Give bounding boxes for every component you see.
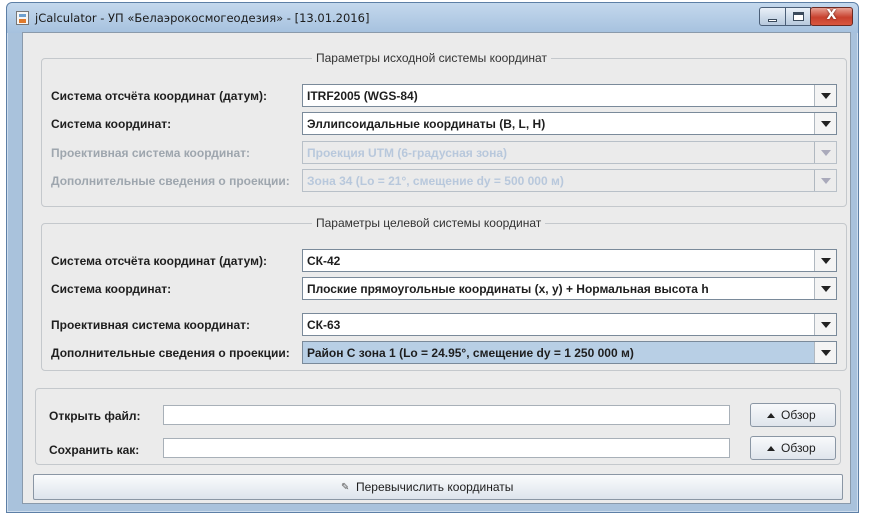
open-file-input[interactable]	[163, 405, 730, 425]
dropdown-arrow-icon[interactable]	[814, 342, 836, 363]
window-title: jCalculator - УП «Белаэрокосмогеодезия» …	[35, 11, 370, 25]
dropdown-arrow-icon	[814, 142, 836, 163]
save-browse-button[interactable]: Обзор	[750, 436, 836, 460]
pencil-icon: ✎	[341, 482, 350, 493]
target-params-legend: Параметры целевой системы координат	[316, 216, 542, 230]
close-button[interactable]: X	[810, 7, 853, 26]
source-projection-info-value: Зона 34 (Lo = 21°, смещение dy = 500 000…	[307, 174, 564, 188]
save-browse-label: Обзор	[781, 441, 816, 455]
dropdown-arrow-icon[interactable]	[814, 250, 836, 271]
source-system-combo[interactable]: Эллипсоидальные координаты (B, L, H)	[302, 112, 837, 135]
title-bar[interactable]: jCalculator - УП «Белаэрокосмогеодезия» …	[7, 3, 858, 33]
target-projection-combo[interactable]: СК-63	[302, 313, 837, 336]
source-projection-combo: Проекция UTM (6-градусная зона)	[302, 141, 837, 164]
source-projection-label: Проективная система координат:	[51, 146, 251, 160]
source-datum-label: Система отсчёта координат (датум):	[51, 89, 267, 103]
dropdown-arrow-icon	[814, 170, 836, 191]
open-browse-button[interactable]: Обзор	[750, 403, 836, 427]
source-datum-value: ITRF2005 (WGS-84)	[307, 89, 418, 103]
target-projection-value: СК-63	[307, 318, 341, 332]
save-as-label: Сохранить как:	[49, 443, 140, 457]
recalculate-label: Перевычислить координаты	[356, 480, 514, 494]
maximize-button[interactable]	[785, 7, 811, 26]
minimize-button[interactable]	[759, 7, 786, 26]
close-icon: X	[826, 8, 837, 23]
save-as-input[interactable]	[163, 438, 730, 458]
arrow-up-icon	[767, 446, 775, 451]
dropdown-arrow-icon[interactable]	[814, 85, 836, 106]
source-projection-value: Проекция UTM (6-градусная зона)	[307, 146, 508, 160]
source-params-legend: Параметры исходной системы координат	[316, 51, 547, 65]
arrow-up-icon	[767, 413, 775, 418]
target-system-value: Плоские прямоугольные координаты (x, y) …	[307, 282, 709, 296]
target-datum-value: СК-42	[307, 254, 341, 268]
source-datum-combo[interactable]: ITRF2005 (WGS-84)	[302, 84, 837, 107]
dropdown-arrow-icon[interactable]	[814, 113, 836, 134]
recalculate-button[interactable]: ✎ Перевычислить координаты	[33, 474, 843, 500]
target-projection-info-value: Район С зона 1 (Lo = 24.95°, смещение dy…	[307, 346, 634, 360]
source-projection-info-label: Дополнительные сведения о проекции:	[51, 174, 290, 188]
target-datum-label: Система отсчёта координат (датум):	[51, 254, 267, 268]
dropdown-arrow-icon[interactable]	[814, 314, 836, 335]
dropdown-arrow-icon[interactable]	[814, 278, 836, 299]
source-system-value: Эллипсоидальные координаты (B, L, H)	[307, 117, 546, 131]
main-panel: Параметры исходной системы координат Сис…	[22, 32, 851, 504]
source-projection-info-combo: Зона 34 (Lo = 21°, смещение dy = 500 000…	[302, 169, 837, 192]
open-file-label: Открыть файл:	[49, 409, 141, 423]
target-projection-info-label: Дополнительные сведения о проекции:	[51, 346, 290, 360]
java-app-icon[interactable]	[16, 11, 29, 25]
target-projection-label: Проективная система координат:	[51, 318, 251, 332]
open-browse-label: Обзор	[781, 408, 816, 422]
target-datum-combo[interactable]: СК-42	[302, 249, 837, 272]
target-projection-info-combo[interactable]: Район С зона 1 (Lo = 24.95°, смещение dy…	[302, 341, 837, 364]
target-system-label: Система координат:	[51, 282, 172, 296]
source-system-label: Система координат:	[51, 117, 172, 131]
target-system-combo[interactable]: Плоские прямоугольные координаты (x, y) …	[302, 277, 837, 300]
